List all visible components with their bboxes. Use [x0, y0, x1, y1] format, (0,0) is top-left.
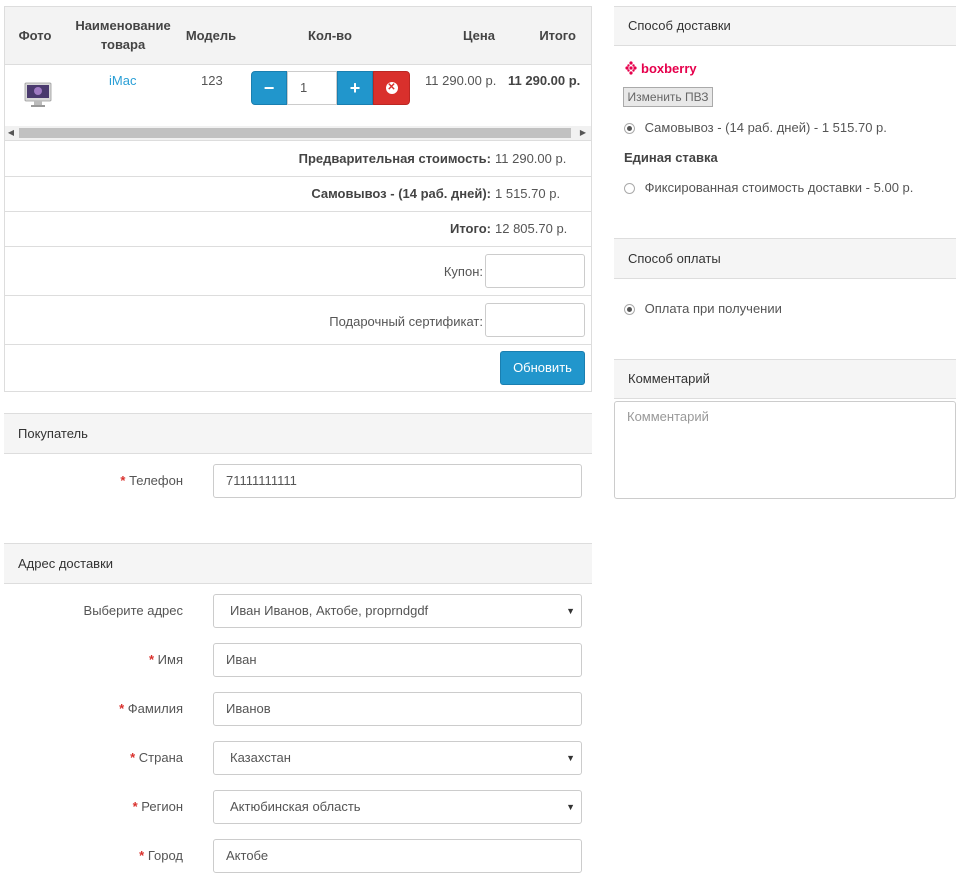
payment-option-cod[interactable]: Оплата при получении [624, 301, 782, 316]
header-price: Цена [463, 28, 495, 43]
radio-unselected[interactable] [624, 183, 635, 195]
radio-selected[interactable] [624, 123, 635, 135]
gift-certificate-input[interactable] [485, 303, 585, 337]
shipping-option-flat-label: Фиксированная стоимость доставки - 5.00 … [644, 180, 914, 195]
boxberry-text: boxberry [641, 60, 697, 76]
decrease-button[interactable]: − [251, 71, 287, 105]
phone-field[interactable]: 71111111111 [213, 464, 582, 498]
payment-option-cod-label: Оплата при получении [644, 301, 782, 316]
country-select[interactable]: Казахстан ▼ [213, 741, 582, 775]
minus-icon: − [263, 77, 275, 98]
comment-textarea[interactable]: Комментарий [614, 401, 956, 499]
flat-rate-title: Единая ставка [624, 150, 718, 165]
shipping-value: 1 515.70 р. [495, 186, 561, 201]
address-panel-title: Адрес доставки [4, 543, 592, 584]
total-label: Итого: [450, 221, 491, 236]
shipping-option-pickup-label: Самовывоз - (14 раб. дней) - 1 515.70 р. [644, 120, 887, 135]
chevron-down-icon: ▼ [566, 753, 575, 763]
update-button[interactable]: Обновить [500, 351, 585, 385]
shipping-option-pickup[interactable]: Самовывоз - (14 раб. дней) - 1 515.70 р. [624, 120, 887, 135]
header-photo: Фото [18, 28, 52, 43]
subtotal-row: Предварительная стоимость: 11 290.00 р. [5, 140, 591, 177]
last-name-label-text: Фамилия [127, 701, 183, 716]
coupon-input[interactable] [485, 254, 585, 288]
product-total: 11 290.00 р. [508, 73, 581, 88]
city-label-text: Город [147, 848, 183, 863]
close-icon: ✕ [385, 82, 398, 94]
region-select-value: Актюбинская область [230, 799, 361, 814]
scroll-right-icon[interactable]: ▶ [577, 126, 589, 140]
header-model: Модель [185, 28, 237, 43]
total-row: Итого: 12 805.70 р. [5, 211, 591, 247]
imac-thumbnail[interactable] [23, 82, 53, 107]
scroll-left-icon[interactable]: ◀ [5, 126, 17, 140]
shipping-label: Самовывоз - (14 раб. дней): [311, 186, 491, 201]
required-marker: * [119, 701, 125, 716]
header-total: Итого [539, 28, 576, 43]
payment-panel-title: Способ оплаты [614, 238, 956, 279]
first-name-label-text: Имя [157, 652, 183, 667]
horizontal-scrollbar[interactable]: ◀ ▶ [5, 126, 591, 140]
shipping-row: Самовывоз - (14 раб. дней): 1 515.70 р. [5, 176, 591, 212]
country-select-value: Казахстан [230, 750, 291, 765]
subtotal-label: Предварительная стоимость: [298, 151, 491, 166]
increase-button[interactable]: + [337, 71, 373, 105]
total-value: 12 805.70 р. [495, 221, 568, 236]
country-label: * Страна [20, 750, 183, 765]
chevron-down-icon: ▼ [566, 606, 575, 616]
required-marker: * [130, 750, 136, 765]
subtotal-value: 11 290.00 р. [495, 151, 567, 166]
address-select[interactable]: Иван Иванов, Актобе, proprndgdf ▼ [213, 594, 582, 628]
update-row: Обновить [5, 344, 591, 393]
city-label: * Город [20, 848, 183, 863]
region-select[interactable]: Актюбинская область ▼ [213, 790, 582, 824]
last-name-label: * Фамилия [20, 701, 183, 716]
city-field[interactable]: Актобе [213, 839, 582, 873]
cart-table: Фото Наименование товара Модель Кол-во Ц… [4, 6, 592, 392]
radio-selected[interactable] [624, 304, 635, 316]
region-label-text: Регион [141, 799, 183, 814]
country-label-text: Страна [138, 750, 183, 765]
coupon-label: Купон: [443, 264, 483, 279]
boxberry-icon [625, 61, 637, 75]
required-marker: * [120, 473, 126, 488]
gift-label: Подарочный сертификат: [329, 314, 483, 329]
header-name: Наименование товара [75, 18, 171, 52]
address-select-value: Иван Иванов, Актобе, proprndgdf [230, 603, 429, 618]
address-select-label: Выберите адрес [83, 603, 183, 618]
first-name-label: * Имя [20, 652, 183, 667]
remove-item-button[interactable]: ✕ [373, 71, 410, 105]
required-marker: * [139, 848, 145, 863]
last-name-field[interactable]: Иванов [213, 692, 582, 726]
required-marker: * [148, 652, 155, 667]
quantity-input[interactable]: 1 [287, 71, 337, 105]
buyer-panel-title: Покупатель [4, 413, 592, 454]
product-price: 11 290.00 р. [425, 73, 497, 88]
product-model: 123 [201, 73, 223, 88]
plus-icon: + [349, 77, 361, 98]
required-marker: * [132, 799, 138, 814]
cart-table-header: Фото Наименование товара Модель Кол-во Ц… [5, 7, 591, 65]
chevron-down-icon: ▼ [566, 802, 575, 812]
coupon-row: Купон: [5, 246, 591, 296]
header-qty: Кол-во [308, 28, 352, 43]
region-label: * Регион [20, 799, 183, 814]
first-name-field[interactable]: Иван [213, 643, 582, 677]
shipping-option-flat[interactable]: Фиксированная стоимость доставки - 5.00 … [624, 180, 913, 195]
product-link[interactable]: iMac [109, 73, 136, 88]
shipping-panel-title: Способ доставки [614, 6, 956, 46]
boxberry-logo: boxberry [624, 59, 697, 77]
phone-label-text: Телефон [129, 473, 183, 488]
phone-label: * Телефон [20, 473, 183, 488]
gift-row: Подарочный сертификат: [5, 295, 591, 345]
cart-item-row: iMac 123 − 1 + ✕ 11 290.00 р. 11 290.00 … [5, 64, 591, 127]
change-pickup-point-button[interactable]: Изменить ПВЗ [623, 87, 713, 107]
scroll-thumb[interactable] [19, 128, 571, 138]
comment-panel-title: Комментарий [614, 359, 956, 399]
